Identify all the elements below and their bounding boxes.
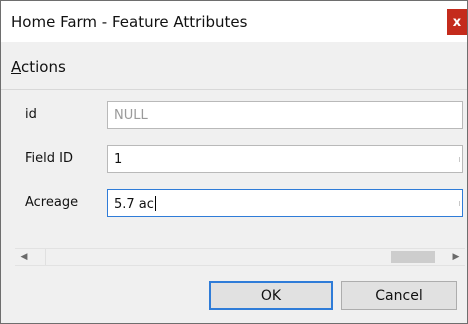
scrollbar-track-divider xyxy=(45,249,46,265)
acreage-value-wrap: 5.7 ac xyxy=(114,196,156,212)
scroll-right-arrow-icon[interactable]: ▶ xyxy=(447,249,465,265)
form-row-id: id NULL xyxy=(15,101,465,129)
scrollbar-thumb[interactable] xyxy=(391,251,435,263)
form-row-field-id: Field ID 1 xyxy=(15,145,465,173)
id-field-value: NULL xyxy=(114,108,148,123)
menu-actions-mnemonic: A xyxy=(11,58,21,76)
acreage-value: 5.7 ac xyxy=(114,197,154,212)
field-label-acreage: Acreage xyxy=(25,195,79,210)
acreage-edge-marker xyxy=(459,201,462,206)
window-title: Home Farm - Feature Attributes xyxy=(11,13,248,31)
field-label-id: id xyxy=(25,107,37,122)
attribute-form: id NULL Field ID 1 Acreage 5.7 ac xyxy=(15,101,465,241)
id-field[interactable]: NULL xyxy=(107,101,463,129)
close-button[interactable]: x xyxy=(447,9,467,35)
ok-button[interactable]: OK xyxy=(209,281,333,310)
close-icon: x xyxy=(452,14,462,30)
scroll-left-arrow-icon[interactable]: ◀ xyxy=(15,249,33,265)
field-id-value: 1 xyxy=(114,152,123,167)
form-row-acreage: Acreage 5.7 ac xyxy=(15,189,465,217)
feature-attributes-dialog: Home Farm - Feature Attributes x Actions… xyxy=(0,0,468,324)
menu-bar: Actions xyxy=(1,42,467,90)
acreage-input[interactable]: 5.7 ac xyxy=(107,189,463,217)
text-caret xyxy=(154,196,156,211)
cancel-button[interactable]: Cancel xyxy=(341,281,457,310)
field-id-input[interactable]: 1 xyxy=(107,145,463,173)
field-id-edge-marker xyxy=(459,157,462,162)
horizontal-scrollbar[interactable]: ◀ ▶ xyxy=(15,248,465,266)
field-label-field-id: Field ID xyxy=(25,151,73,166)
title-bar: Home Farm - Feature Attributes x xyxy=(1,1,467,42)
menu-actions[interactable]: Actions xyxy=(11,58,66,76)
menu-actions-label: ctions xyxy=(21,58,66,76)
